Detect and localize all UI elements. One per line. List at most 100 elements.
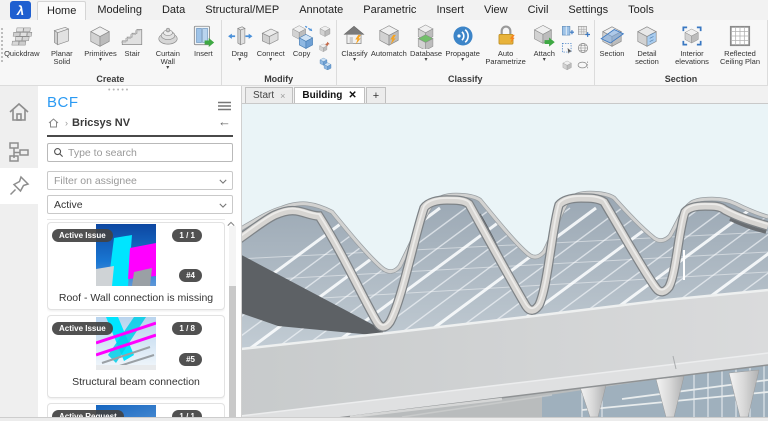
curtain-wall-icon xyxy=(155,23,181,49)
menu-bar: λ Home Modeling Data Structural/MEP Annotate… xyxy=(0,0,768,20)
database-icon xyxy=(413,23,439,51)
dropdown-caret-icon: ▾ xyxy=(424,57,428,63)
status-badge: Active Issue xyxy=(52,229,113,242)
globe-icon[interactable] xyxy=(576,41,590,55)
button-label: Automatch xyxy=(370,49,407,58)
issue-card[interactable]: Active Request 1 / 1 xyxy=(47,403,225,417)
insert-button[interactable]: Insert xyxy=(189,21,218,58)
menu-tab-insert[interactable]: Insert xyxy=(427,1,473,20)
interior-elevations-button[interactable]: Interior elevations xyxy=(668,21,716,66)
ribbon-group-caption: Create xyxy=(96,74,125,84)
copy-icon xyxy=(289,23,315,49)
status-badge: Active Issue xyxy=(52,322,113,335)
drag-button[interactable]: Drag ▾ xyxy=(225,21,255,63)
copy-button[interactable]: Copy xyxy=(287,21,317,58)
cube-dashed-icon[interactable] xyxy=(560,58,574,72)
ribbon-group-caption: Classify xyxy=(448,74,483,84)
panel-grip[interactable]: ••••• xyxy=(108,87,130,94)
auto-parametrize-icon xyxy=(493,23,519,49)
connect-button[interactable]: Connect ▾ xyxy=(255,21,287,63)
menu-tab-annotate[interactable]: Annotate xyxy=(290,1,352,20)
bricsys-logo[interactable]: λ xyxy=(10,1,31,19)
search-input[interactable]: Type to search xyxy=(47,143,233,162)
document-tab-start[interactable]: Start × xyxy=(245,87,294,103)
classify-button[interactable]: Classify ▾ xyxy=(340,21,370,63)
detail-section-button[interactable]: Detail section xyxy=(626,21,668,66)
planar-solid-button[interactable]: Planar Solid xyxy=(41,21,83,66)
menu-tab-parametric[interactable]: Parametric xyxy=(354,1,425,20)
viewport-3d-model[interactable] xyxy=(229,104,768,421)
dropdown-caret-icon: ▾ xyxy=(98,57,102,63)
reflected-ceiling-plan-button[interactable]: Reflected Ceiling Plan xyxy=(716,21,764,66)
auto-parametrize-button[interactable]: Auto Parametrize xyxy=(482,21,530,66)
home-icon[interactable] xyxy=(47,117,60,129)
status-filter-select[interactable]: Active xyxy=(47,195,233,214)
issue-title: Structural beam connection xyxy=(72,376,200,388)
structure-browser-icon[interactable] xyxy=(7,140,31,164)
pin-icon[interactable] xyxy=(7,174,31,198)
stair-icon xyxy=(119,23,145,49)
pin-box-icon[interactable] xyxy=(318,40,332,54)
close-icon[interactable]: ✕ xyxy=(348,90,356,101)
back-arrow-icon[interactable]: ← xyxy=(218,114,231,129)
menu-tab-view[interactable]: View xyxy=(475,1,517,20)
page-count-badge: 1 / 1 xyxy=(172,410,202,417)
menu-tab-data[interactable]: Data xyxy=(153,1,194,20)
planar-solid-icon xyxy=(49,23,75,49)
primitives-button[interactable]: Primitives ▾ xyxy=(83,21,118,63)
section-button[interactable]: Section xyxy=(598,21,626,58)
bcf-panel: ••••• BCF › Bricsys NV ← Type to search … xyxy=(38,86,242,417)
menu-tab-home[interactable]: Home xyxy=(37,0,87,20)
chevron-down-icon xyxy=(219,179,227,184)
breadcrumb-current: Bricsys NV xyxy=(72,117,131,129)
detail-section-icon xyxy=(634,23,660,49)
chevron-down-icon xyxy=(219,203,227,208)
menu-tab-tools[interactable]: Tools xyxy=(619,1,663,20)
automatch-button[interactable]: Automatch xyxy=(369,21,408,58)
attach-button[interactable]: Attach ▾ xyxy=(530,21,559,63)
button-label: Detail section xyxy=(635,49,659,66)
group-boxes-icon[interactable] xyxy=(318,56,332,71)
breadcrumb: › Bricsys NV xyxy=(47,116,130,130)
database-button[interactable]: Database ▾ xyxy=(408,21,443,63)
tab-label: Start xyxy=(253,90,275,101)
assignee-filter-select[interactable]: Filter on assignee xyxy=(47,171,233,190)
menu-tab-structural-mep[interactable]: Structural/MEP xyxy=(196,1,288,20)
issue-card[interactable]: Active Issue 1 / 1 #4 Roof - Wall connectio… xyxy=(47,222,225,310)
box-small-icon[interactable] xyxy=(318,24,332,38)
home-icon[interactable] xyxy=(7,100,31,124)
page-count-badge: 1 / 8 xyxy=(172,322,202,335)
propagate-icon xyxy=(450,23,476,49)
breadcrumb-separator: › xyxy=(65,118,68,128)
menu-tab-civil[interactable]: Civil xyxy=(519,1,558,20)
connect-icon xyxy=(258,23,284,49)
grid-plus-icon[interactable] xyxy=(576,24,590,38)
stair-button[interactable]: Stair xyxy=(118,21,147,58)
page-count-badge: 1 / 1 xyxy=(172,229,202,242)
ellipse-icon[interactable] xyxy=(576,58,590,72)
drag-icon xyxy=(227,23,253,49)
menu-tab-settings[interactable]: Settings xyxy=(559,1,617,20)
ribbon-grip[interactable] xyxy=(1,28,4,62)
issue-title: Roof - Wall connection is missing xyxy=(58,292,214,304)
scrollbar[interactable] xyxy=(229,226,236,417)
issue-card[interactable]: Active Issue 1 / 8 #5 Structural beam conne… xyxy=(47,315,225,398)
document-tab-building[interactable]: Building ✕ xyxy=(294,87,365,103)
dropdown-caret-icon: ▾ xyxy=(542,57,546,63)
divider xyxy=(47,135,233,137)
quickdraw-button[interactable]: Quickdraw xyxy=(3,21,41,58)
new-tab-button[interactable]: + xyxy=(365,87,387,103)
close-icon[interactable]: × xyxy=(280,91,285,101)
assignee-filter-value: Filter on assignee xyxy=(54,174,137,187)
button-label: Auto Parametrize xyxy=(485,49,526,66)
propagate-button[interactable]: Propagate ▾ xyxy=(444,21,482,63)
search-placeholder: Type to search xyxy=(68,146,137,159)
scrollbar-thumb[interactable] xyxy=(229,286,236,417)
button-label: Stair xyxy=(124,49,140,58)
divider xyxy=(47,219,225,220)
window-plus-icon[interactable] xyxy=(560,24,574,38)
ribbon-group-classify: Classify ▾ Automatch Database ▾ Propagate ▾ Aut… xyxy=(337,20,595,85)
select-frame-icon[interactable] xyxy=(560,41,574,55)
menu-tab-modeling[interactable]: Modeling xyxy=(88,1,151,20)
curtain-wall-button[interactable]: Curtain Wall ▾ xyxy=(147,21,190,71)
